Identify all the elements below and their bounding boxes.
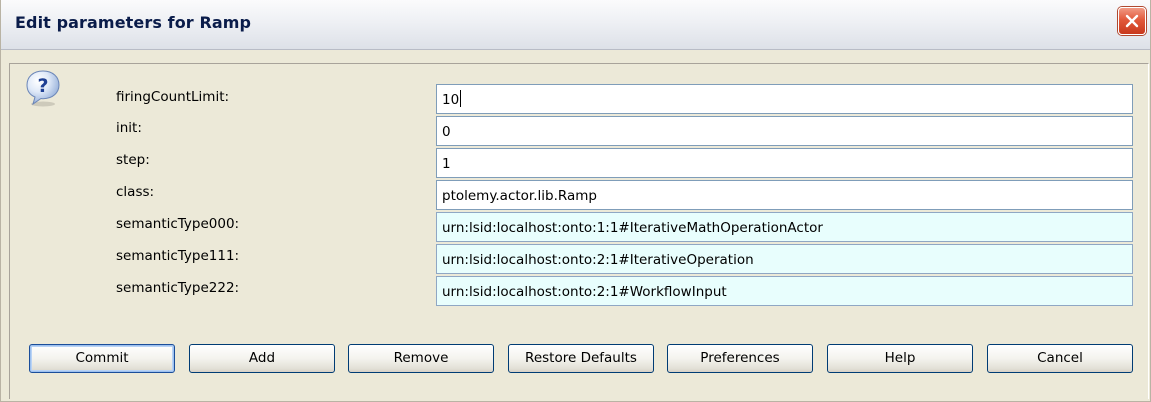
title-bar[interactable]: Edit parameters for Ramp: [1, 0, 1150, 50]
semantictype000-value: urn:lsid:localhost:onto:1:1#IterativeMat…: [442, 220, 823, 236]
init-field[interactable]: 0: [436, 116, 1133, 146]
semantictype222-field[interactable]: urn:lsid:localhost:onto:2:1#WorkflowInpu…: [436, 276, 1133, 306]
class-field[interactable]: ptolemy.actor.lib.Ramp: [436, 180, 1133, 210]
close-button[interactable]: [1118, 7, 1146, 35]
semantictype111-value: urn:lsid:localhost:onto:2:1#IterativeOpe…: [442, 252, 754, 268]
remove-button[interactable]: Remove: [348, 344, 494, 373]
class-value: ptolemy.actor.lib.Ramp: [442, 188, 597, 204]
param-label-init: init:: [116, 120, 142, 136]
help-button[interactable]: Help: [827, 344, 973, 373]
close-icon: [1125, 14, 1139, 28]
svg-text:?: ?: [37, 75, 48, 97]
param-label-class: class:: [116, 184, 155, 200]
param-label-semantictype222: semanticType222:: [116, 280, 240, 296]
restore-defaults-button[interactable]: Restore Defaults: [508, 344, 654, 373]
dialog-title: Edit parameters for Ramp: [15, 13, 252, 32]
semantictype222-value: urn:lsid:localhost:onto:2:1#WorkflowInpu…: [442, 284, 727, 300]
preferences-button[interactable]: Preferences: [667, 344, 813, 373]
step-field[interactable]: 1: [436, 148, 1133, 178]
text-caret: [460, 90, 462, 107]
semantictype111-field[interactable]: urn:lsid:localhost:onto:2:1#IterativeOpe…: [436, 244, 1133, 274]
param-label-step: step:: [116, 152, 150, 168]
cancel-button[interactable]: Cancel: [987, 344, 1133, 373]
param-label-firingcountlimit: firingCountLimit:: [116, 89, 230, 105]
edit-parameters-dialog: Edit parameters for Ramp ? firingCountLi…: [0, 0, 1151, 402]
step-value: 1: [442, 156, 451, 172]
firingcountlimit-field[interactable]: 10: [436, 84, 1133, 114]
init-value: 0: [442, 124, 451, 140]
param-label-semantictype000: semanticType000:: [116, 216, 240, 232]
param-label-semantictype111: semanticType111:: [116, 248, 240, 264]
semantictype000-field[interactable]: urn:lsid:localhost:onto:1:1#IterativeMat…: [436, 212, 1133, 242]
commit-button[interactable]: Commit: [29, 344, 175, 373]
firingcountlimit-value: 10: [442, 92, 460, 108]
add-button[interactable]: Add: [189, 344, 335, 373]
question-icon: ?: [26, 70, 60, 107]
